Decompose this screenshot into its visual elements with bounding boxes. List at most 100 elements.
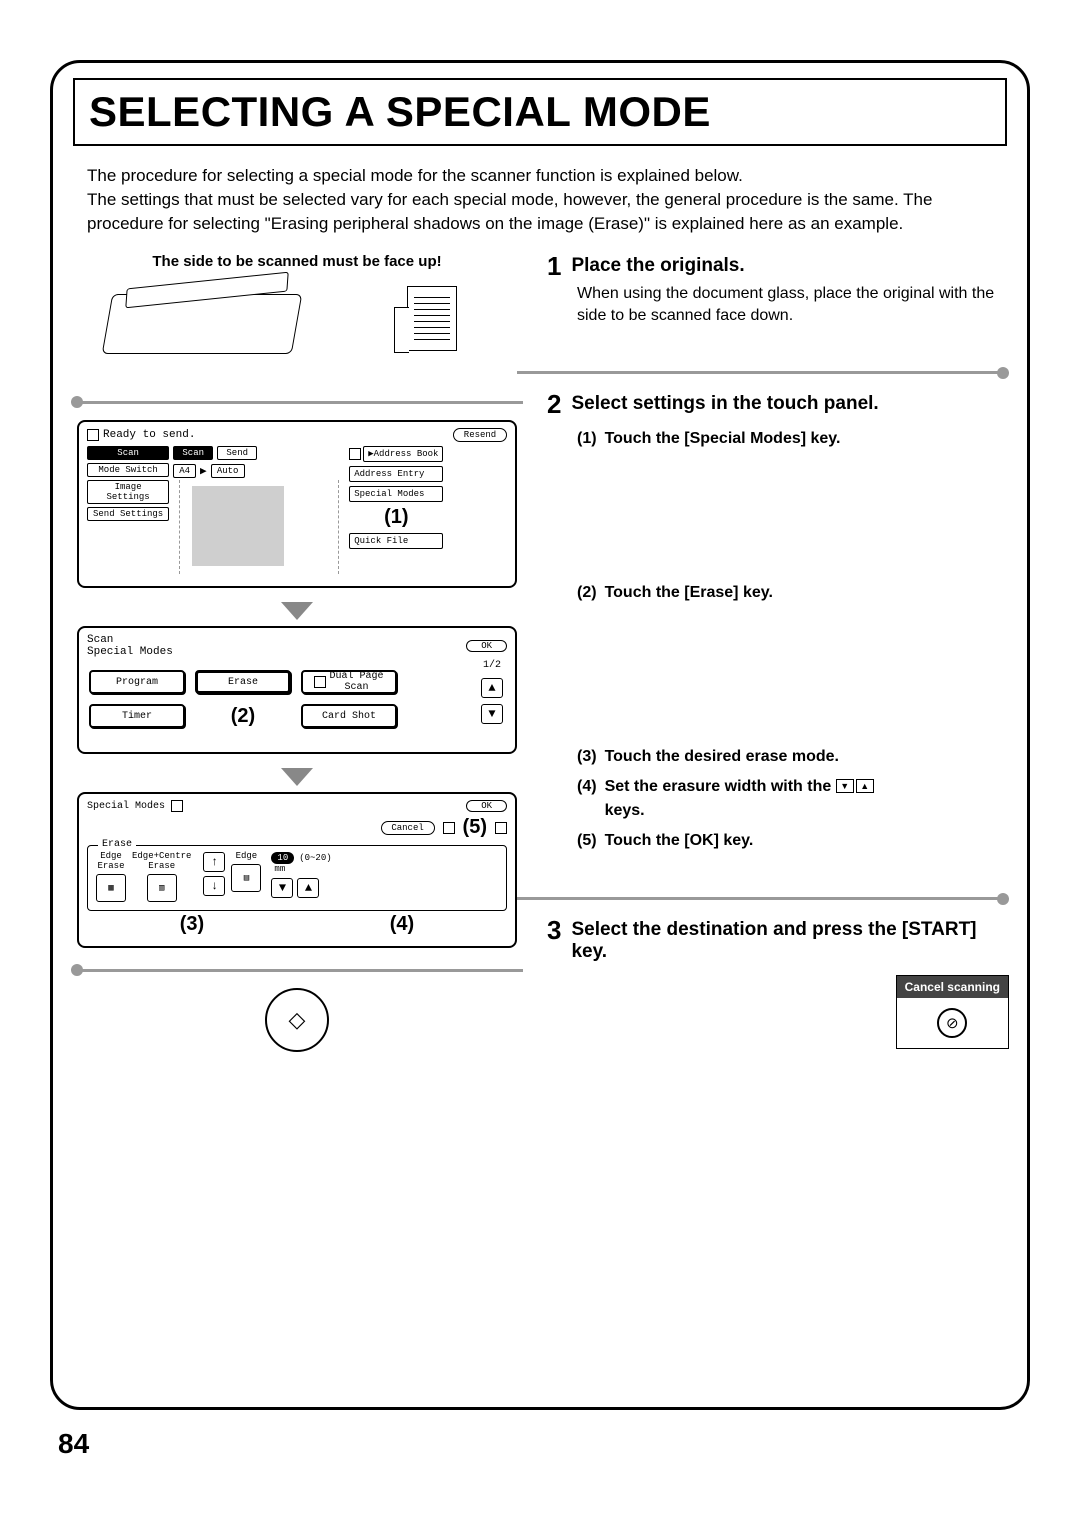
document-preview bbox=[179, 480, 339, 574]
flow-arrow-icon bbox=[281, 768, 313, 786]
send-settings-button[interactable]: Send Settings bbox=[87, 507, 169, 521]
step-title: Select settings in the touch panel. bbox=[571, 393, 878, 415]
camera-icon bbox=[87, 429, 99, 441]
divider bbox=[517, 367, 1009, 379]
erase-width-value: 10 bbox=[271, 852, 294, 864]
left-column: The side to be scanned must be face up! … bbox=[77, 253, 517, 1052]
face-up-note: The side to be scanned must be face up! bbox=[77, 253, 517, 270]
substep-number: (3) bbox=[577, 745, 597, 769]
dual-page-scan-button[interactable]: Dual Page Scan bbox=[301, 670, 397, 694]
down-icon: ▼ bbox=[836, 779, 854, 793]
image-settings-button[interactable]: Image Settings bbox=[87, 480, 169, 504]
send-tab[interactable]: Send bbox=[217, 446, 257, 460]
up-icon: ▲ bbox=[856, 779, 874, 793]
flow-arrow-icon bbox=[281, 602, 313, 620]
start-icon: ◇ bbox=[289, 1007, 306, 1033]
right-column: 1 Place the originals. When using the do… bbox=[537, 253, 1003, 1052]
width-down-button[interactable]: ▼ bbox=[271, 878, 293, 898]
substep-number: (4) bbox=[577, 775, 597, 823]
edge-erase-button[interactable]: Edge Erase ▦ bbox=[96, 852, 126, 902]
scanner-illustration bbox=[77, 276, 517, 366]
special-modes-label: Special Modes bbox=[87, 646, 173, 658]
substep-text: Touch the [OK] key. bbox=[605, 829, 754, 853]
callout-3: (3) bbox=[180, 913, 204, 936]
step-number: 1 bbox=[547, 253, 561, 279]
step-number: 2 bbox=[547, 391, 561, 417]
program-button[interactable]: Program bbox=[89, 670, 185, 694]
substep-text: Touch the [Erase] key. bbox=[605, 581, 773, 605]
substep-number: (2) bbox=[577, 581, 597, 605]
substep-text: Set the erasure width with the ▼▲ keys. bbox=[605, 775, 874, 823]
start-button[interactable]: ◇ bbox=[265, 988, 329, 1052]
cancel-scanning-panel: Cancel scanning ⊘ bbox=[896, 975, 1009, 1049]
address-entry-button[interactable]: Address Entry bbox=[349, 466, 443, 482]
cancel-button[interactable]: Cancel bbox=[381, 821, 435, 835]
scroll-up-button[interactable]: ▲ bbox=[481, 678, 503, 698]
divider bbox=[517, 893, 1009, 905]
erase-button[interactable]: Erase bbox=[195, 670, 291, 694]
timer-button[interactable]: Timer bbox=[89, 704, 185, 728]
edge-button[interactable]: Edge ▤ bbox=[231, 852, 261, 892]
touch-screen-2: Scan Special Modes OK 1/2 ▲ ▼ Program Er… bbox=[77, 626, 517, 754]
step-body: When using the document glass, place the… bbox=[577, 283, 1003, 326]
trash-icon[interactable] bbox=[443, 822, 455, 834]
edge-icon: ▤ bbox=[244, 873, 249, 883]
touch-screen-1: Ready to send. Resend Scan Mode Switch I… bbox=[77, 420, 517, 588]
special-modes-label: Special Modes bbox=[87, 801, 165, 812]
erase-width-range: (0~20) bbox=[299, 853, 331, 863]
page-frame: SELECTING A SPECIAL MODE The procedure f… bbox=[50, 60, 1030, 1410]
dual-page-icon bbox=[314, 676, 326, 688]
auto-button[interactable]: Auto bbox=[211, 464, 245, 478]
edge-centre-erase-icon: ▥ bbox=[159, 883, 164, 893]
scan-label: Scan bbox=[87, 634, 173, 646]
step-title: Place the originals. bbox=[571, 255, 744, 277]
step-title: Select the destination and press the [ST… bbox=[571, 919, 1003, 963]
step-3: 3 Select the destination and press the [… bbox=[547, 917, 1003, 963]
substep-number: (5) bbox=[577, 829, 597, 853]
substep-text: Touch the desired erase mode. bbox=[605, 745, 839, 769]
step-2: 2 Select settings in the touch panel. (1… bbox=[547, 391, 1003, 853]
special-modes-button[interactable]: Special Modes bbox=[349, 486, 443, 502]
callout-4: (4) bbox=[390, 913, 414, 936]
checkbox-icon[interactable] bbox=[495, 822, 507, 834]
ok-button[interactable]: OK bbox=[466, 640, 507, 652]
erase-unit-label: mm bbox=[274, 864, 331, 874]
page-title: SELECTING A SPECIAL MODE bbox=[89, 88, 991, 136]
divider bbox=[71, 964, 523, 976]
touch-screen-3: Special Modes OK Cancel (5) Erase Edge E… bbox=[77, 792, 517, 948]
scan-button[interactable]: Scan bbox=[87, 446, 169, 460]
callout-5: (5) bbox=[463, 816, 487, 839]
increase-button[interactable]: ↑ bbox=[203, 852, 225, 872]
erase-section-label: Erase bbox=[98, 839, 136, 850]
scan-tab[interactable]: Scan bbox=[173, 446, 213, 460]
step-number: 3 bbox=[547, 917, 561, 943]
callout-1: (1) bbox=[384, 506, 408, 529]
content-columns: The side to be scanned must be face up! … bbox=[77, 253, 1003, 1052]
width-up-button[interactable]: ▲ bbox=[297, 878, 319, 898]
mode-icon bbox=[171, 800, 183, 812]
ok-button[interactable]: OK bbox=[466, 800, 507, 812]
address-book-button[interactable]: ▶Address Book bbox=[363, 446, 443, 462]
substep-text: Touch the [Special Modes] key. bbox=[605, 427, 841, 451]
resend-button[interactable]: Resend bbox=[453, 428, 507, 442]
paper-size-label: A4 bbox=[173, 464, 196, 478]
edge-centre-erase-button[interactable]: Edge+Centre Erase ▥ bbox=[132, 852, 191, 902]
quick-file-button[interactable]: Quick File bbox=[349, 533, 443, 549]
decrease-button[interactable]: ↓ bbox=[203, 876, 225, 896]
ready-label: Ready to send. bbox=[103, 429, 195, 441]
edge-erase-icon: ▦ bbox=[108, 883, 113, 893]
intro-text: The procedure for selecting a special mo… bbox=[87, 164, 993, 235]
callout-2: (2) bbox=[231, 705, 255, 728]
stop-icon: ⊘ bbox=[946, 1014, 959, 1032]
substep-number: (1) bbox=[577, 427, 597, 451]
step-1: 1 Place the originals. When using the do… bbox=[547, 253, 1003, 326]
page-indicator: 1/2 bbox=[483, 660, 501, 671]
title-container: SELECTING A SPECIAL MODE bbox=[73, 78, 1007, 146]
stop-button[interactable]: ⊘ bbox=[937, 1008, 967, 1038]
card-shot-button[interactable]: Card Shot bbox=[301, 704, 397, 728]
cancel-caption: Cancel scanning bbox=[897, 976, 1008, 998]
page-number: 84 bbox=[58, 1428, 1030, 1460]
mode-switch-button[interactable]: Mode Switch bbox=[87, 463, 169, 477]
scroll-down-button[interactable]: ▼ bbox=[481, 704, 503, 724]
divider bbox=[71, 396, 523, 408]
